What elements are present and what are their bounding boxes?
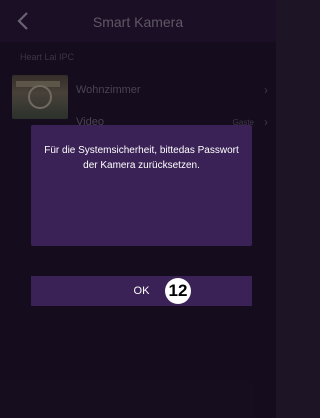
- dialog-message: Für die Systemsicherheit, bittedas Passw…: [44, 145, 239, 171]
- ok-button[interactable]: OK: [31, 276, 252, 306]
- ok-button-label: OK: [133, 285, 150, 297]
- security-dialog: Für die Systemsicherheit, bittedas Passw…: [31, 125, 252, 246]
- callout-badge: 12: [165, 278, 191, 304]
